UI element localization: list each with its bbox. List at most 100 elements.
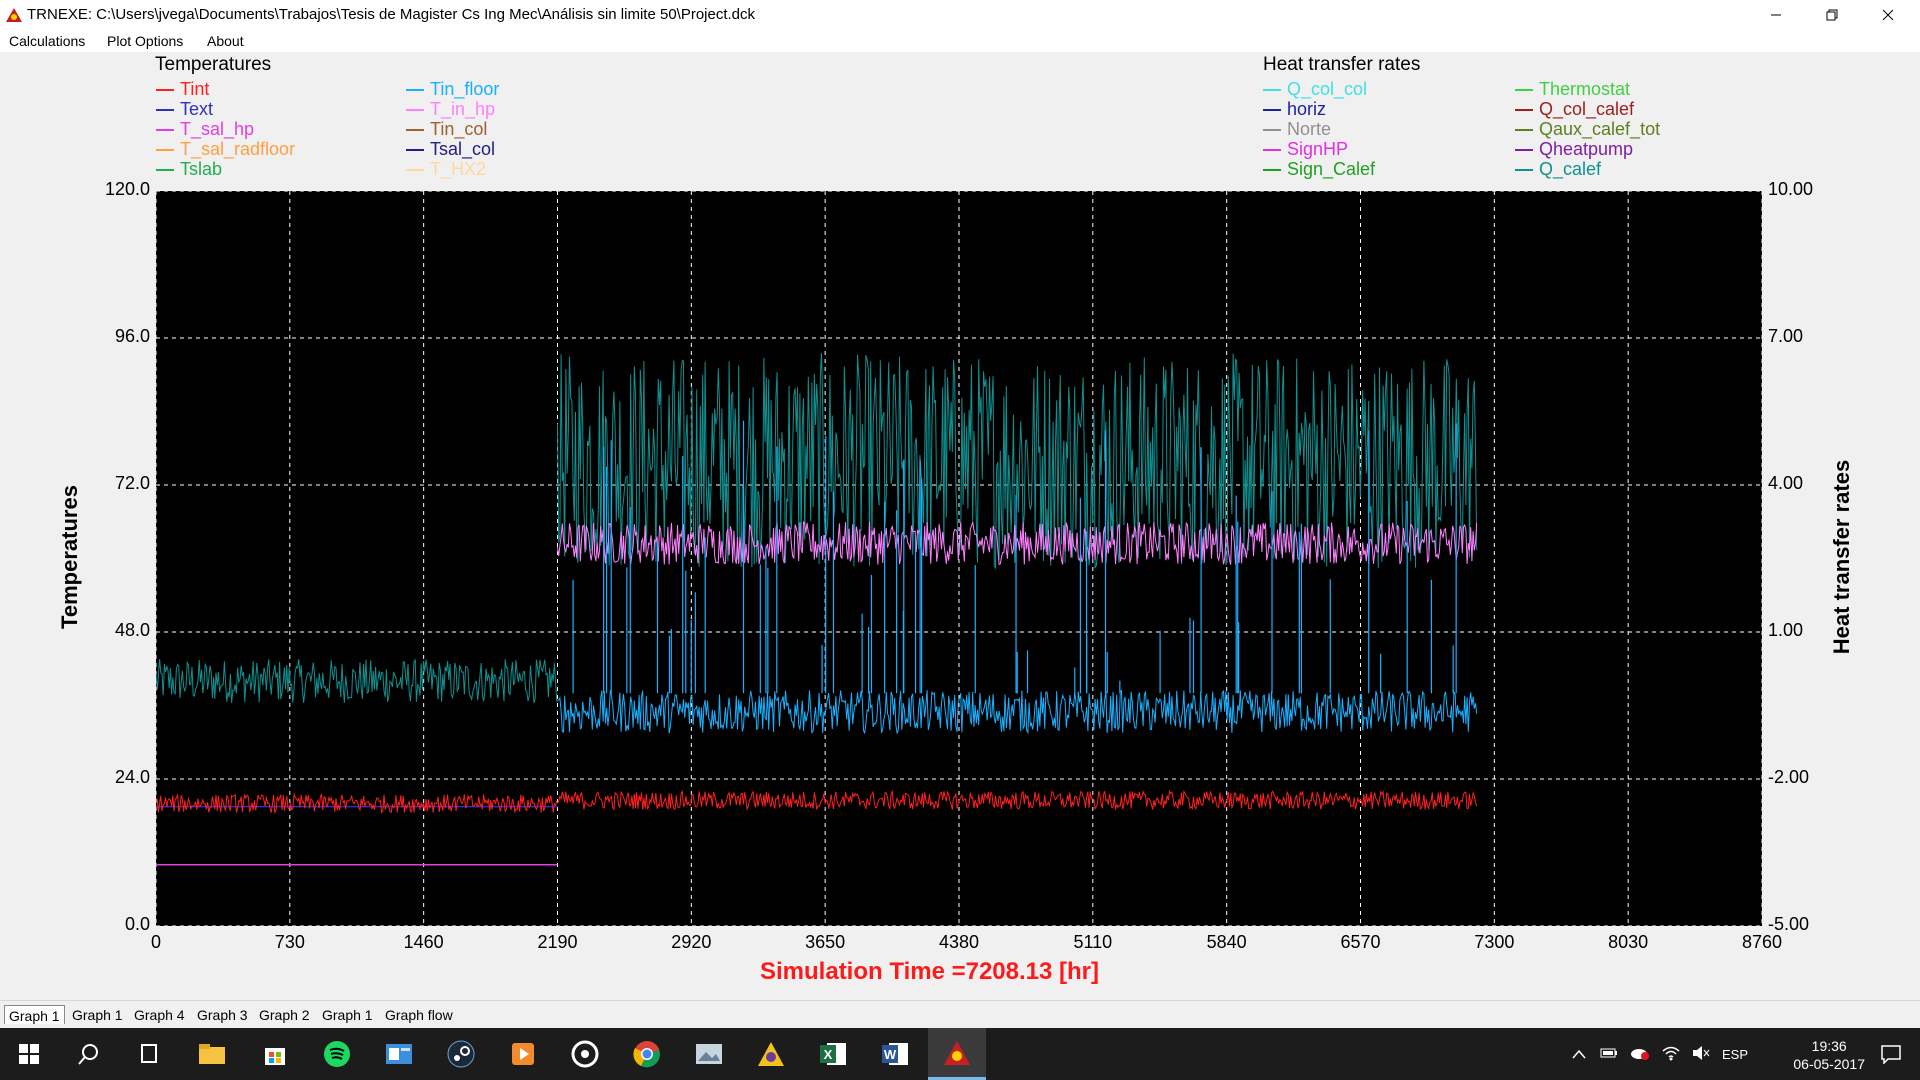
legend-label: T_in_hp xyxy=(430,99,496,119)
legend-swatch xyxy=(1515,169,1533,172)
wifi-icon[interactable] xyxy=(1662,1045,1680,1064)
volume-muted-icon[interactable] xyxy=(1692,1045,1710,1064)
media-player-icon[interactable] xyxy=(494,1028,552,1080)
steam-icon[interactable] xyxy=(432,1028,490,1080)
heat-legend-item: horiz xyxy=(1263,99,1326,119)
legend-swatch xyxy=(1515,149,1533,152)
tab-graph-4[interactable]: Graph 4 xyxy=(134,1007,185,1023)
outlook-icon[interactable] xyxy=(370,1028,428,1080)
heat-legend-item: Q_calef xyxy=(1515,159,1601,179)
simulation-time-label: Simulation Time =7208.13 [hr] xyxy=(760,958,1100,985)
clock-time: 19:36 xyxy=(1811,1038,1847,1054)
x-tick: 8030 xyxy=(1608,932,1649,952)
menu-about[interactable]: About xyxy=(207,33,244,49)
trnexe-app-icon xyxy=(5,7,23,28)
legend-label: Qheatpump xyxy=(1539,139,1634,159)
legend-label: Tsal_col xyxy=(430,139,496,159)
heat-legend-item: Qheatpump xyxy=(1515,139,1633,159)
legend-label: Text xyxy=(180,99,214,119)
legend-label: Tin_floor xyxy=(430,79,500,99)
minimize-icon[interactable] xyxy=(1748,0,1804,30)
y2-axis-title: Heat transfer rates xyxy=(1829,459,1854,655)
spotify-icon[interactable] xyxy=(308,1028,366,1080)
store-icon[interactable] xyxy=(246,1028,304,1080)
restore-icon[interactable] xyxy=(1804,0,1860,30)
legend-label: Tint xyxy=(180,79,210,99)
cloud-error-icon[interactable] xyxy=(1630,1045,1650,1064)
legend-label: Tin_col xyxy=(430,119,488,139)
x-tick: 2920 xyxy=(671,932,712,952)
temperature-legend-item: T_in_hp xyxy=(406,99,495,119)
tab-graph-2[interactable]: Graph 2 xyxy=(259,1007,310,1023)
legend-swatch xyxy=(1263,109,1281,112)
tab-graph-3[interactable]: Graph 3 xyxy=(197,1007,248,1023)
start-icon[interactable] xyxy=(0,1028,58,1080)
legend-label: T_sal_hp xyxy=(180,119,255,139)
temperature-legend-item: T_sal_radfloor xyxy=(156,139,295,159)
language-indicator[interactable]: ESP xyxy=(1722,1047,1748,1062)
y2-tick: 1.00 xyxy=(1768,620,1804,640)
heat-legend-item: Thermostat xyxy=(1515,79,1630,99)
x-tick: 2190 xyxy=(537,932,578,952)
temperatures-legend-title: Temperatures xyxy=(155,54,272,75)
clock-date: 06-05-2017 xyxy=(1793,1056,1865,1072)
series-tin-floor xyxy=(557,689,1478,735)
legend-swatch xyxy=(1515,129,1533,132)
svg-text:X: X xyxy=(824,1047,833,1062)
chrome-icon[interactable] xyxy=(618,1028,676,1080)
windows-taskbar: X W ESP 19:36 06-05-2017 xyxy=(0,1028,1920,1080)
legend-label: Thermostat xyxy=(1539,79,1631,99)
groove-icon[interactable] xyxy=(556,1028,614,1080)
y2-tick: 4.00 xyxy=(1768,473,1804,493)
tab-graph-1-active[interactable]: Graph 1 xyxy=(4,1005,65,1024)
legend-label: Q_col_calef xyxy=(1539,99,1635,119)
legend-label: horiz xyxy=(1287,99,1327,119)
file-explorer-icon[interactable] xyxy=(183,1028,241,1080)
x-tick: 7300 xyxy=(1474,932,1515,952)
temperature-legend-item: Text xyxy=(156,99,213,119)
legend-swatch xyxy=(1263,129,1281,132)
tab-graph-1[interactable]: Graph 1 xyxy=(72,1007,123,1023)
y2-tick: 7.00 xyxy=(1768,326,1804,346)
photos-icon[interactable] xyxy=(680,1028,738,1080)
excel-icon[interactable]: X xyxy=(804,1028,862,1080)
heat-legend-item: Qaux_calef_tot xyxy=(1515,119,1660,139)
legend-swatch xyxy=(156,129,174,132)
temperature-legend-item: Tslab xyxy=(156,159,222,179)
x-tick: 730 xyxy=(274,932,305,952)
battery-icon[interactable] xyxy=(1600,1047,1618,1062)
action-center-icon[interactable] xyxy=(1862,1028,1920,1080)
task-view-icon[interactable] xyxy=(120,1028,178,1080)
search-icon[interactable] xyxy=(60,1028,118,1080)
menu-calculations[interactable]: Calculations xyxy=(9,33,85,49)
x-tick: 5110 xyxy=(1073,932,1113,952)
tab-graph-flow[interactable]: Graph flow xyxy=(385,1007,453,1023)
series-tint xyxy=(557,789,1478,811)
trnexe-icon[interactable] xyxy=(928,1028,986,1080)
temperature-legend-item: Tint xyxy=(156,79,209,99)
legend-swatch xyxy=(1515,109,1533,112)
close-icon[interactable] xyxy=(1860,0,1916,30)
x-tick: 8760 xyxy=(1741,932,1783,952)
y2-tick: -2.00 xyxy=(1768,767,1810,787)
series-tint xyxy=(155,792,558,814)
menu-plot-options[interactable]: Plot Options xyxy=(107,33,183,49)
plot-canvas xyxy=(155,190,1763,927)
chevron-up-icon[interactable] xyxy=(1572,1047,1586,1062)
y-tick: 72.0 xyxy=(114,473,150,493)
tab-graph-1b[interactable]: Graph 1 xyxy=(322,1007,373,1023)
menu-bar: Calculations Plot Options About xyxy=(0,30,1920,52)
y-tick: 120.0 xyxy=(104,179,150,199)
legend-label: Sign_Calef xyxy=(1287,159,1376,179)
legend-label: Q_col_col xyxy=(1287,79,1368,99)
trnsys-studio-icon[interactable] xyxy=(742,1028,800,1080)
legend-label: Q_calef xyxy=(1539,159,1602,179)
temperature-legend-item: Tin_col xyxy=(406,119,487,139)
temperature-legend-item: T_sal_hp xyxy=(156,119,254,139)
chart-svg xyxy=(155,190,1763,927)
clock[interactable]: 19:36 06-05-2017 xyxy=(1793,1037,1865,1073)
word-icon[interactable]: W xyxy=(866,1028,924,1080)
heat-legend-item: Q_col_col xyxy=(1263,79,1367,99)
x-tick: 0 xyxy=(150,932,162,952)
heat-legend-item: Sign_Calef xyxy=(1263,159,1375,179)
